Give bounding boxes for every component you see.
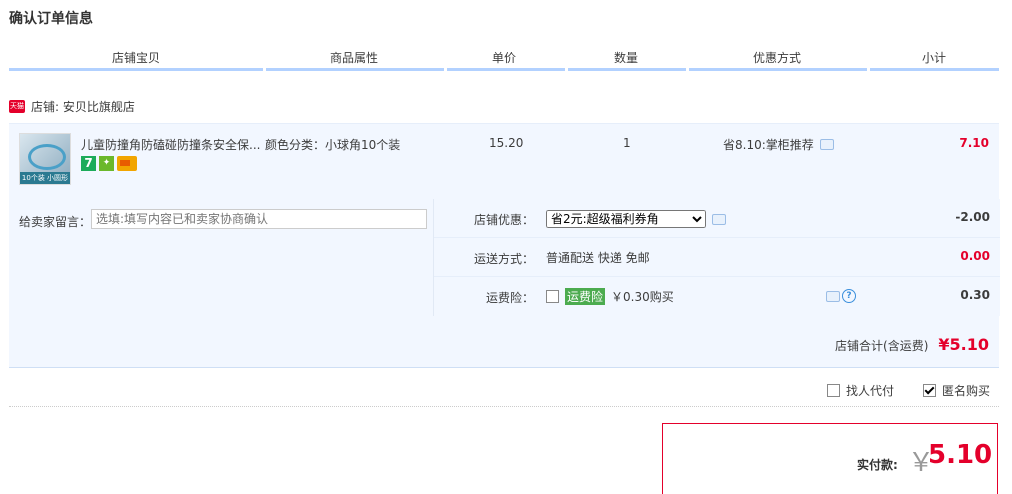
promo-text: 省8.10:掌柜推荐	[723, 138, 814, 152]
pay-by-other-label: 找人代付	[846, 384, 895, 398]
product-attribute: 颜色分类：小球角10个装	[265, 138, 401, 152]
header-underline	[9, 68, 999, 71]
insurance-amount: 0.30	[960, 288, 990, 302]
shop-discount-row: 店铺优惠： 省2元:超级福利券角 -2.00	[434, 199, 1000, 238]
product-name-link[interactable]: 儿童防撞角防磕碰防撞条安全保...	[81, 136, 260, 153]
col-header-subtotal: 小计	[922, 51, 947, 65]
help-icon[interactable]: ?	[842, 289, 856, 303]
anonymous-option[interactable]: 匿名购买	[923, 382, 990, 399]
guarantee-icon[interactable]: ✦	[99, 156, 114, 171]
message-area: 给卖家留言：	[9, 199, 433, 316]
message-label: 给卖家留言：	[19, 215, 92, 229]
credit-card-icon[interactable]	[117, 156, 137, 171]
insurance-tag: 运费险	[565, 288, 606, 305]
col-header-price: 单价	[492, 51, 517, 65]
chat-icon[interactable]	[826, 290, 840, 302]
pay-by-other-checkbox[interactable]	[827, 384, 840, 397]
service-badges: 7 ✦	[81, 156, 137, 171]
insurance-row: 运费险： 运费险 ￥0.30购买 ? 0.30	[434, 277, 1000, 315]
thumb-caption: 10个装 小圆形	[20, 172, 70, 184]
payment-box: 实付款: ￥ 5.10	[662, 423, 998, 494]
page-title: 确认订单信息	[9, 11, 93, 27]
shipping-row: 运送方式： 普通配送 快递 免邮 0.00	[434, 238, 1000, 277]
shipping-amount: 0.00	[960, 249, 990, 263]
tmall-icon: 天猫	[9, 100, 25, 113]
quantity: 1	[623, 136, 631, 150]
shop-name[interactable]: 店铺: 安贝比旗舰店	[31, 98, 135, 115]
shop-total-label: 店铺合计(含运费)	[835, 339, 929, 353]
shop-row: 天猫 店铺: 安贝比旗舰店	[9, 98, 135, 115]
shop-discount-label: 店铺优惠：	[473, 213, 534, 227]
payment-amount: 5.10	[928, 440, 993, 470]
shop-discount-amount: -2.00	[955, 210, 990, 224]
insurance-price: ￥0.30购买	[611, 290, 674, 304]
shipping-label: 运送方式：	[473, 252, 534, 266]
col-header-promo: 优惠方式	[753, 51, 802, 65]
col-header-qty: 数量	[614, 51, 639, 65]
promo-method: 省8.10:掌柜推荐	[723, 136, 834, 153]
shop-total: 店铺合计(含运费) ¥5.10	[835, 335, 989, 354]
pay-by-other-option[interactable]: 找人代付	[827, 382, 894, 399]
shipping-value: 普通配送 快递 免邮	[546, 251, 650, 265]
table-header: 店铺宝贝 商品属性 单价 数量 优惠方式 小计	[9, 46, 999, 68]
shop-total-value: ¥5.10	[938, 335, 989, 354]
insurance-checkbox[interactable]	[546, 290, 559, 303]
chat-icon[interactable]	[819, 139, 834, 150]
item-subtotal: 7.10	[959, 136, 989, 150]
insurance-label: 运费险：	[485, 291, 534, 305]
payment-label: 实付款:	[857, 458, 898, 472]
shop-discount-select[interactable]: 省2元:超级福利券角	[546, 210, 706, 228]
chat-icon[interactable]	[712, 213, 726, 225]
fee-panel: 店铺优惠： 省2元:超级福利券角 -2.00 运送方式： 普通配送 快递 免邮 …	[433, 199, 1000, 316]
unit-price: 15.20	[489, 136, 524, 150]
order-options: 找人代付 匿名购买	[9, 370, 999, 407]
col-header-attr: 商品属性	[330, 51, 379, 65]
order-item-row: 10个装 小圆形 儿童防撞角防磕碰防撞条安全保... 7 ✦ 颜色分类：小球角1…	[9, 123, 999, 199]
order-details-panel: 给卖家留言： 店铺优惠： 省2元:超级福利券角 -2.00 运送方式： 普通配送…	[9, 199, 1000, 368]
seven-day-return-icon[interactable]: 7	[81, 156, 96, 171]
message-input[interactable]	[91, 209, 427, 229]
anonymous-label: 匿名购买	[942, 384, 991, 398]
product-thumbnail[interactable]: 10个装 小圆形	[19, 133, 71, 185]
col-header-item: 店铺宝贝	[112, 51, 161, 65]
anonymous-checkbox[interactable]	[923, 384, 936, 397]
